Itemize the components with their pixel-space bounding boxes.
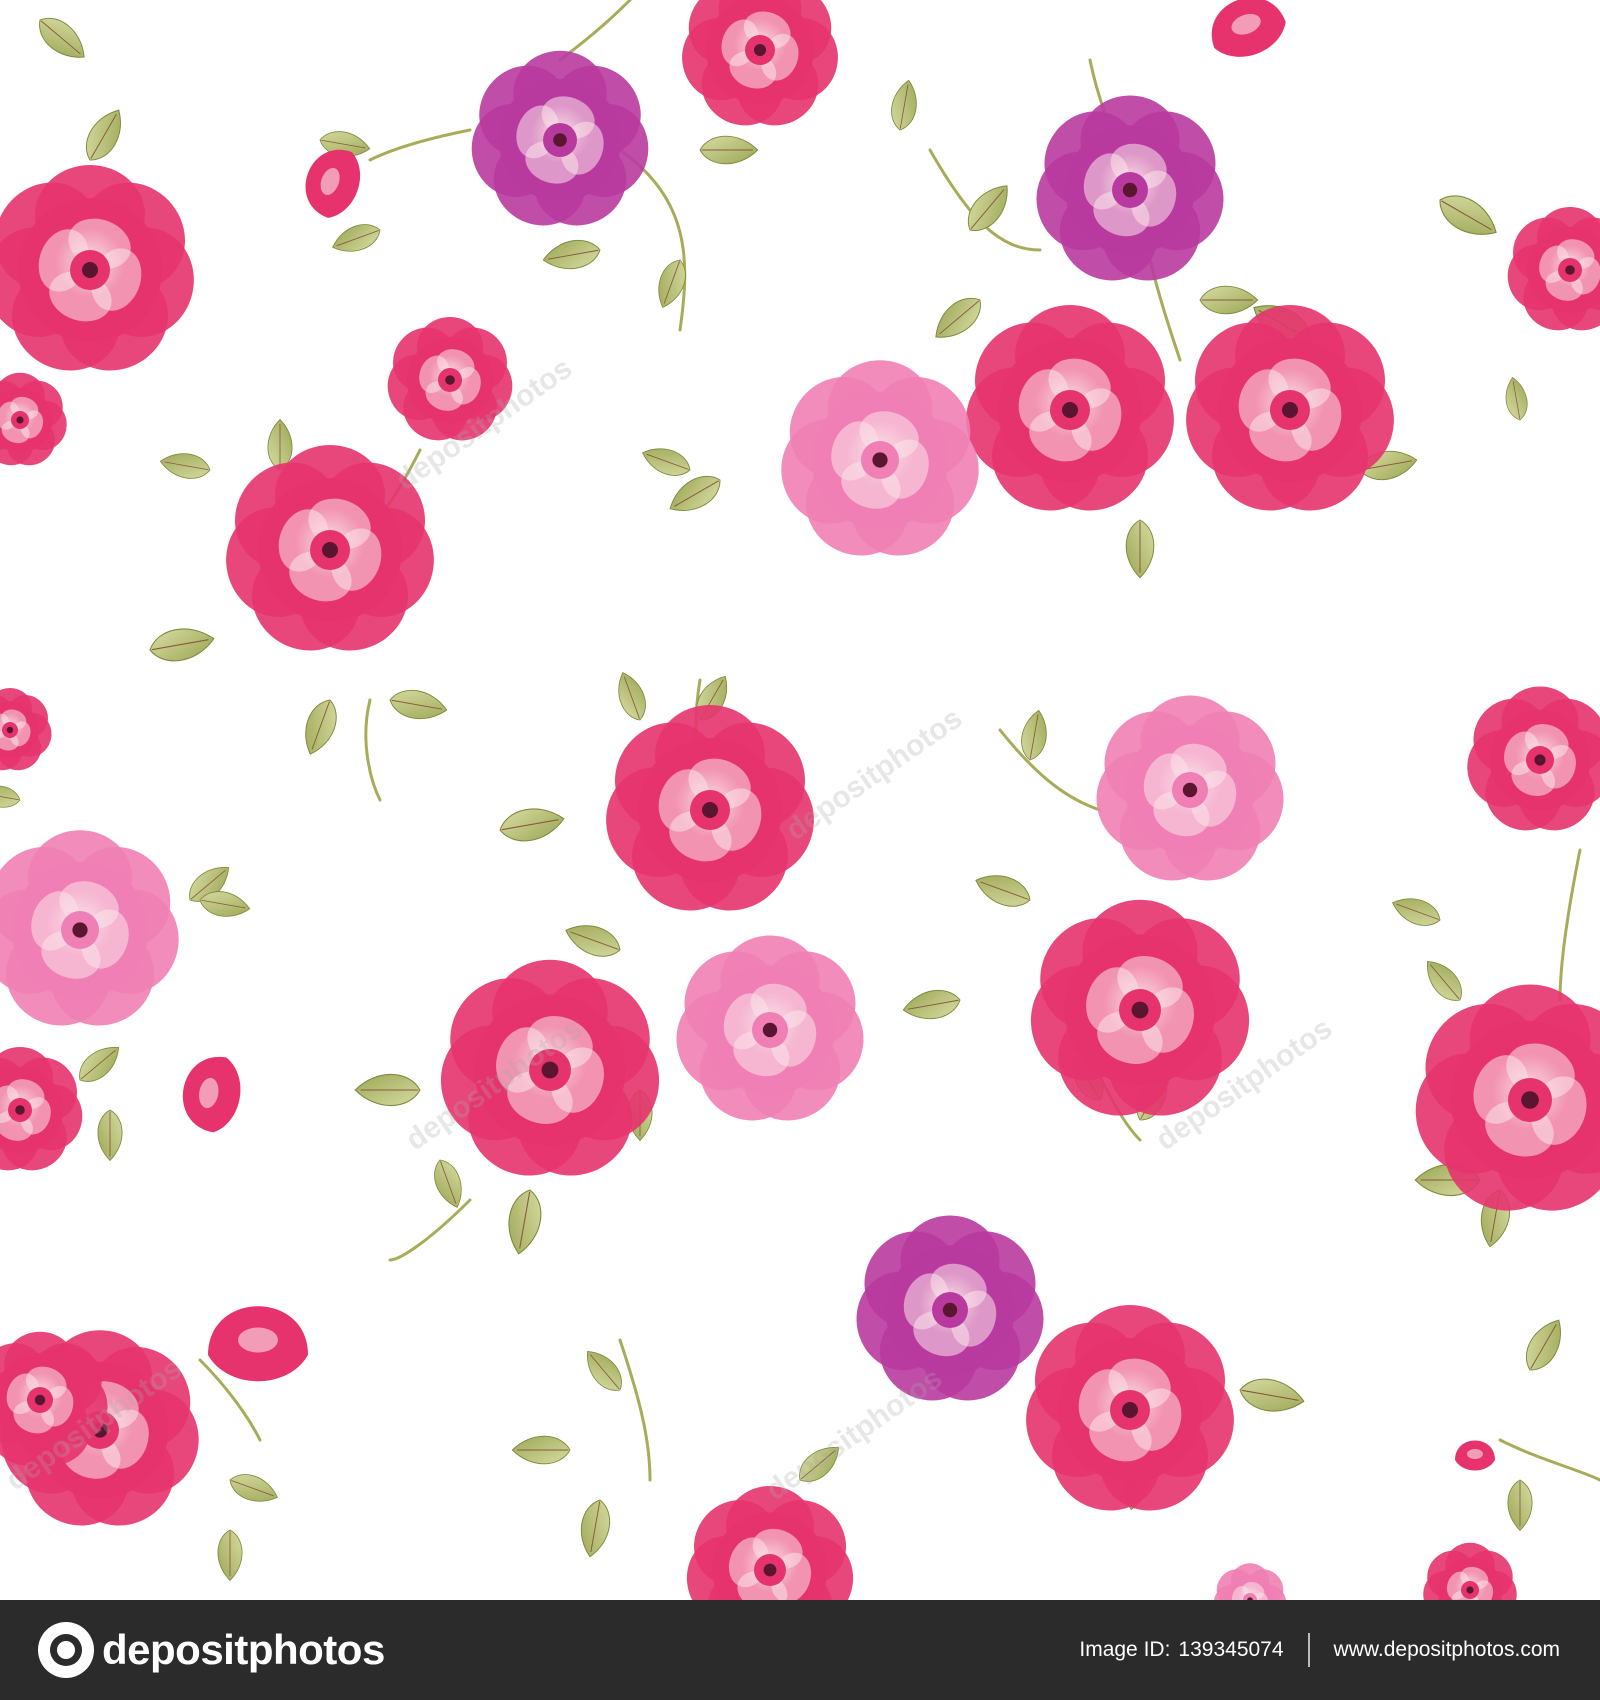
logo-icon <box>38 1622 94 1678</box>
leaf <box>159 453 211 479</box>
image-id-label: Image ID: <box>1079 1638 1171 1661</box>
leaf <box>542 239 601 270</box>
leaf <box>511 1435 571 1465</box>
logo-text: depositphotos <box>102 1626 385 1673</box>
rose-flower <box>686 1486 854 1600</box>
rose-flower <box>226 445 434 651</box>
leaf <box>1199 285 1259 315</box>
rose-flower <box>1423 1542 1517 1600</box>
leaf <box>389 689 448 720</box>
rose-flower <box>0 830 179 1026</box>
leaf <box>565 925 621 957</box>
leaf <box>39 17 85 58</box>
rose-flower <box>1186 305 1394 511</box>
leaf <box>975 875 1031 907</box>
depositphotos-logo[interactable]: depositphotos <box>38 1622 385 1678</box>
leaf <box>149 628 215 662</box>
leaf <box>1507 1479 1533 1531</box>
stem <box>998 728 1102 812</box>
rose-flower <box>781 360 979 556</box>
rose-bud <box>1211 0 1286 57</box>
leaf <box>85 109 121 161</box>
footer-divider <box>1307 1633 1310 1667</box>
leaf <box>642 448 691 476</box>
stem <box>1558 848 1582 1002</box>
leaf <box>935 297 981 338</box>
rose-flower <box>1507 207 1600 331</box>
leaf <box>1239 1378 1305 1412</box>
leaf <box>587 1350 622 1391</box>
leaf <box>1427 960 1462 1001</box>
rose-flower <box>0 372 67 466</box>
floral-pattern-canvas: depositphotos depositphotos depositphoto… <box>0 0 1600 1600</box>
stem <box>558 0 632 62</box>
leaf <box>97 1109 123 1161</box>
leaf <box>699 135 759 165</box>
rose-flower <box>676 935 864 1121</box>
stem <box>368 128 472 162</box>
stock-footer-bar: depositphotos Image ID: 139345074 www.de… <box>0 1600 1600 1700</box>
rose-flower <box>682 0 838 126</box>
rose-bud <box>1455 1440 1495 1471</box>
leaf <box>79 1047 120 1082</box>
stem <box>1498 1438 1600 1482</box>
leaf <box>618 672 646 721</box>
rose-bud <box>182 1056 241 1133</box>
rose-flower <box>1415 984 1600 1211</box>
rose-flower <box>387 317 513 441</box>
leaf <box>891 79 917 131</box>
leaf <box>1525 1319 1561 1371</box>
rose-flower <box>1467 686 1600 831</box>
stem <box>364 698 382 802</box>
rose-flower <box>440 959 660 1176</box>
leaf <box>669 475 721 511</box>
rose-flower <box>1213 1563 1287 1600</box>
stem <box>388 1198 472 1262</box>
leaf <box>354 1073 421 1107</box>
leaf <box>0 785 21 808</box>
rose-flower <box>1030 899 1250 1116</box>
rose-flower <box>471 50 649 226</box>
leaf <box>1125 519 1155 579</box>
image-id-value: 139345074 <box>1178 1638 1284 1661</box>
leaf <box>799 1447 840 1482</box>
rose-flower <box>856 1215 1044 1401</box>
leaf <box>1392 898 1441 926</box>
leaf <box>229 1474 278 1502</box>
leaf <box>305 699 337 755</box>
rose-flower <box>1036 95 1224 281</box>
rose-flower <box>1026 1305 1234 1511</box>
leaf <box>499 808 565 842</box>
rose-flower <box>0 688 52 771</box>
image-info: Image ID: 139345074 www.depositphotos.co… <box>1079 1633 1560 1667</box>
leaf <box>902 989 961 1020</box>
rose-flower <box>0 165 194 371</box>
site-url-link[interactable]: www.depositphotos.com <box>1334 1638 1560 1662</box>
leaf <box>508 1189 542 1255</box>
leaf <box>1021 709 1047 761</box>
leaf <box>580 1499 611 1558</box>
leaf <box>332 224 381 252</box>
rose-flower <box>1096 695 1284 881</box>
rose-flower <box>606 705 814 911</box>
leaf <box>434 1159 462 1208</box>
leaf <box>217 1529 243 1581</box>
leaf <box>1439 195 1497 235</box>
rose-flower <box>0 1047 83 1171</box>
rose-flower <box>966 305 1174 511</box>
stem <box>618 1338 652 1482</box>
rose-pattern-illustration <box>0 0 1600 1600</box>
rose-bud <box>208 1306 308 1382</box>
leaf <box>1505 376 1528 421</box>
